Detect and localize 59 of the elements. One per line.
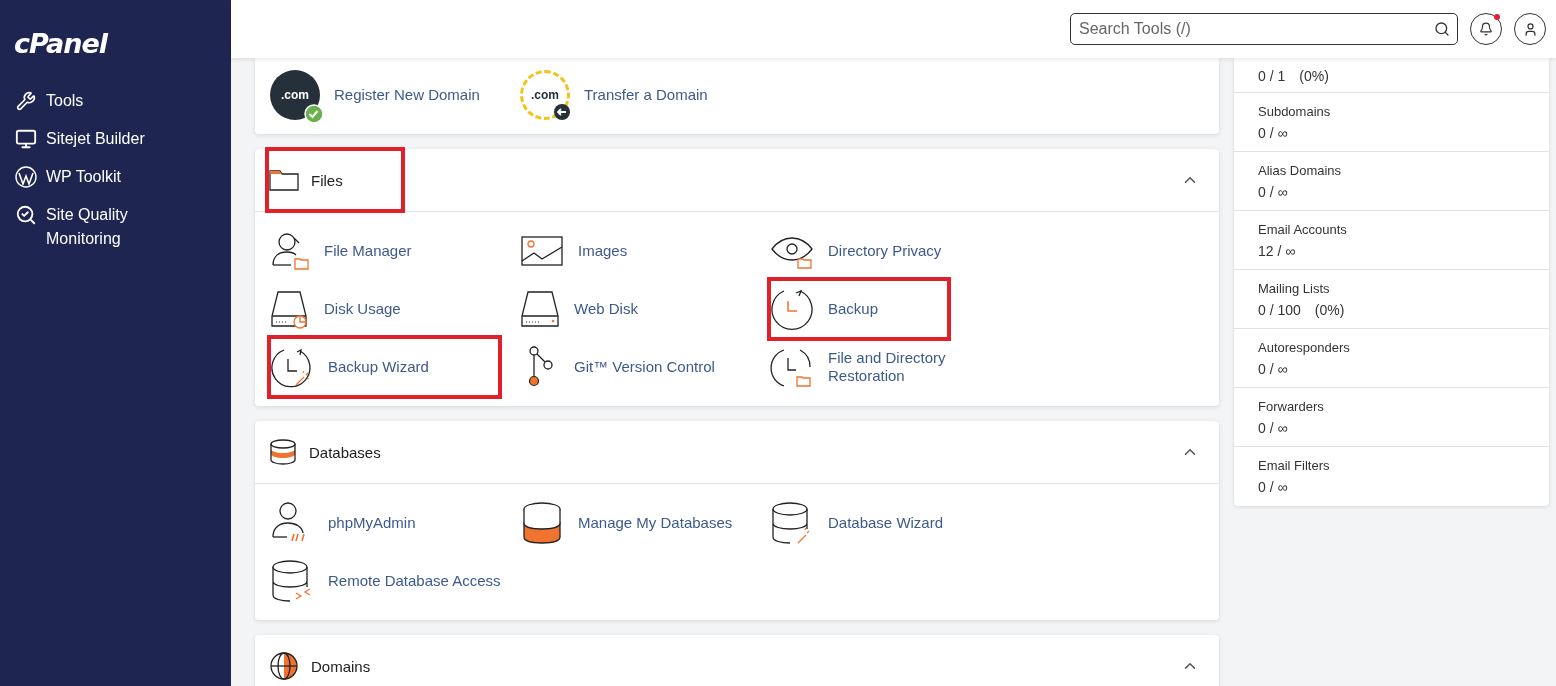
user-icon <box>1522 21 1538 37</box>
stat-value: 0 / ∞ <box>1258 183 1288 200</box>
database-icon <box>520 501 564 545</box>
drive-icon <box>520 289 560 329</box>
tool-link[interactable]: Manage My Databases <box>520 494 743 552</box>
folder-icon <box>269 168 299 192</box>
stat-label: Alias Domains <box>1258 162 1343 178</box>
tool-link[interactable]: File Manager <box>270 222 422 280</box>
tool-link[interactable]: phpMyAdmin <box>270 494 426 552</box>
stat-value: 0 / ∞ <box>1258 360 1288 377</box>
tool-link[interactable]: .com Transfer a Domain <box>520 66 718 124</box>
drive-chart-icon <box>270 289 310 329</box>
notifications-button[interactable] <box>1470 13 1502 45</box>
stat-label: Autoresponders <box>1258 339 1351 355</box>
tools-icon <box>16 91 36 111</box>
globe-icon <box>269 651 299 681</box>
tool-link[interactable]: Images <box>520 222 638 280</box>
section-header[interactable]: Databases <box>267 421 441 483</box>
sidebar-item[interactable]: Sitejet Builder <box>14 127 204 151</box>
section-header[interactable]: Files <box>267 149 403 211</box>
stat-value: 0 / 100 <box>1258 301 1301 318</box>
stat-label: Email Filters <box>1258 458 1331 473</box>
tool-link[interactable]: Backup <box>770 280 949 338</box>
tool-link[interactable]: Backup Wizard <box>270 338 499 396</box>
cpanel-logo[interactable]: cPanel <box>14 28 108 59</box>
user-folder-icon <box>270 231 310 271</box>
stat-percent: (0%) <box>1314 301 1345 318</box>
sidebar-item[interactable]: Site Quality Monitoring <box>14 203 204 251</box>
bell-icon <box>1479 22 1493 36</box>
tool-link[interactable]: Database Wizard <box>770 494 954 552</box>
tool-link[interactable]: File and Directory Restoration <box>770 338 1016 396</box>
domain-transfer-icon: .com <box>520 70 570 120</box>
stat-value: 0 / 1 <box>1258 68 1286 84</box>
stat-value: 0 / ∞ <box>1258 124 1288 141</box>
stat-label: Subdomains <box>1258 103 1332 119</box>
stat-value: 0 / ∞ <box>1258 419 1288 436</box>
user-button[interactable] <box>1514 13 1546 45</box>
stat-value: 12 / ∞ <box>1258 242 1296 259</box>
search-field[interactable]: Search Tools (/) <box>1070 13 1458 45</box>
tool-link[interactable]: Remote Database Access <box>270 552 511 610</box>
database-icon <box>269 439 297 465</box>
stat-label: Mailing Lists <box>1258 280 1331 296</box>
stat-value: 0 / ∞ <box>1258 479 1288 495</box>
sidebar-item[interactable]: Tools <box>14 89 204 113</box>
tool-link[interactable]: Disk Usage <box>270 280 411 338</box>
tool-link[interactable]: Git™ Version Control <box>520 338 725 396</box>
search-icon <box>1434 21 1450 37</box>
section-header[interactable]: Domains <box>267 635 431 686</box>
stat-label: Forwarders <box>1258 398 1325 414</box>
tool-link[interactable]: Web Disk <box>520 280 648 338</box>
search-check-icon <box>15 204 37 226</box>
monitor-icon <box>15 128 37 150</box>
tool-link[interactable]: Directory Privacy <box>770 222 952 280</box>
stat-percent: (0%) <box>1299 68 1329 84</box>
tool-link[interactable]: .com Register New Domain <box>270 66 490 124</box>
stat-label: Email Accounts <box>1258 221 1348 237</box>
clock-arrow-icon <box>770 287 814 331</box>
wordpress-logo-icon <box>15 166 37 188</box>
sidebar-item[interactable]: WP Toolkit <box>14 165 204 189</box>
